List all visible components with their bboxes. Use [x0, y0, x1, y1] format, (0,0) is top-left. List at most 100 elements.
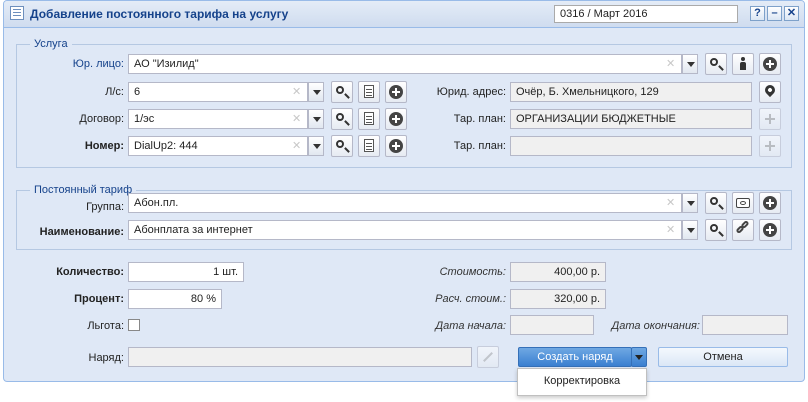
plus-icon — [763, 196, 777, 210]
contract-field[interactable]: 1/эс — [128, 109, 308, 129]
search-icon — [336, 140, 344, 148]
number-dropdown[interactable] — [308, 136, 324, 156]
name-add-button[interactable] — [759, 219, 781, 241]
group-field[interactable]: Абон.пл. — [128, 193, 682, 213]
percent-field[interactable]: 80 % — [128, 289, 222, 309]
card-icon — [736, 198, 750, 208]
create-order-menu: Корректировка — [517, 368, 647, 396]
search-icon — [710, 58, 718, 66]
tariff-plan-field: ОРГАНИЗАЦИИ БЮДЖЕТНЫЕ — [510, 109, 752, 129]
number-doc-button[interactable] — [358, 135, 380, 157]
account-field[interactable]: 6 — [128, 82, 308, 102]
legal-entity-field[interactable]: АО "Изилид" — [128, 54, 682, 74]
clear-icon[interactable]: ✕ — [292, 139, 301, 152]
create-order-button[interactable]: Создать наряд — [518, 347, 632, 367]
search-icon — [336, 86, 344, 94]
quantity-field[interactable]: 1 шт. — [128, 262, 244, 282]
start-date-label: Дата начала: — [435, 320, 506, 332]
end-date-label: Дата окончания: — [611, 320, 700, 332]
legal-entity-add-button[interactable] — [759, 53, 781, 75]
benefit-label: Льгота: — [87, 320, 124, 332]
plus-icon — [389, 112, 403, 126]
plus-icon — [763, 223, 777, 237]
network-icon — [765, 141, 775, 151]
benefit-checkbox[interactable] — [128, 319, 140, 331]
name-field[interactable]: Абонплата за интернет — [128, 220, 682, 240]
menu-item-correction[interactable]: Корректировка — [518, 375, 646, 387]
name-search-button[interactable] — [705, 219, 727, 241]
end-date-field — [702, 315, 788, 335]
search-icon — [336, 113, 344, 121]
group-add-button[interactable] — [759, 192, 781, 214]
account-label: Л/с: — [105, 86, 124, 98]
map-button[interactable] — [759, 81, 781, 103]
create-order-dropdown[interactable] — [631, 347, 647, 367]
plus-icon — [763, 57, 777, 71]
window-icon — [10, 6, 24, 20]
legal-entity-search-button[interactable] — [705, 53, 727, 75]
number-search-button[interactable] — [331, 135, 353, 157]
clear-icon[interactable]: ✕ — [666, 57, 675, 70]
order-label: Наряд: — [88, 352, 125, 364]
order-field — [128, 347, 472, 367]
document-icon — [364, 85, 374, 98]
close-button[interactable]: ✕ — [784, 6, 799, 21]
number-field[interactable]: DialUp2: 444 — [128, 136, 308, 156]
quantity-label: Количество: — [56, 266, 124, 278]
name-dropdown[interactable] — [682, 220, 698, 240]
legal-address-field: Очёр, Б. Хмельницкого, 129 — [510, 82, 752, 102]
dialog-window: Добавление постоянного тарифа на услугу … — [3, 0, 805, 382]
legal-address-label: Юрид. адрес: — [436, 86, 506, 98]
contract-add-button[interactable] — [385, 108, 407, 130]
order-tool-button[interactable] — [477, 346, 499, 368]
period-field: 0316 / Март 2016 — [554, 5, 738, 23]
group-label: Группа: — [86, 201, 124, 213]
clear-icon[interactable]: ✕ — [666, 196, 675, 209]
contract-search-button[interactable] — [331, 108, 353, 130]
legal-entity-dropdown[interactable] — [682, 54, 698, 74]
clear-icon[interactable]: ✕ — [666, 223, 675, 236]
cost-label: Стоимость: — [439, 266, 506, 278]
clear-icon[interactable]: ✕ — [292, 112, 301, 125]
title-bar: Добавление постоянного тарифа на услугу … — [4, 1, 804, 28]
wrench-icon — [483, 352, 493, 362]
help-button[interactable]: ? — [750, 6, 765, 21]
window-title: Добавление постоянного тарифа на услугу — [30, 7, 289, 21]
account-add-button[interactable] — [385, 81, 407, 103]
number-label: Номер: — [84, 140, 124, 152]
search-icon — [710, 224, 718, 232]
legal-entity-person-button[interactable] — [732, 53, 754, 75]
document-icon — [364, 139, 374, 152]
tariff-plan-button[interactable] — [759, 108, 781, 130]
group-search-button[interactable] — [705, 192, 727, 214]
group-card-button[interactable] — [732, 192, 754, 214]
calc-cost-label: Расч. стоим.: — [435, 293, 506, 305]
network-icon — [765, 114, 775, 124]
minimize-button[interactable]: – — [767, 6, 782, 21]
plus-icon — [389, 85, 403, 99]
cost-field: 400,00 р. — [510, 262, 606, 282]
account-doc-button[interactable] — [358, 81, 380, 103]
tariff-plan2-label: Тар. план: — [453, 140, 506, 152]
account-dropdown[interactable] — [308, 82, 324, 102]
number-add-button[interactable] — [385, 135, 407, 157]
calc-cost-field: 320,00 р. — [510, 289, 606, 309]
cancel-button[interactable]: Отмена — [658, 347, 788, 367]
name-link-button[interactable] — [732, 219, 754, 241]
contract-doc-button[interactable] — [358, 108, 380, 130]
account-search-button[interactable] — [331, 81, 353, 103]
legal-entity-label[interactable]: Юр. лицо: — [44, 58, 124, 70]
tariff-legend: Постоянный тариф — [30, 184, 137, 196]
search-icon — [710, 197, 718, 205]
tariff-plan2-button[interactable] — [759, 135, 781, 157]
map-pin-icon — [762, 82, 778, 98]
group-dropdown[interactable] — [682, 193, 698, 213]
clear-icon[interactable]: ✕ — [292, 85, 301, 98]
service-legend: Услуга — [30, 38, 72, 50]
name-label: Наименование: — [39, 226, 124, 238]
contract-dropdown[interactable] — [308, 109, 324, 129]
plus-icon — [389, 139, 403, 153]
tariff-plan2-field — [510, 136, 752, 156]
document-icon — [364, 112, 374, 125]
chevron-down-icon — [635, 355, 643, 360]
